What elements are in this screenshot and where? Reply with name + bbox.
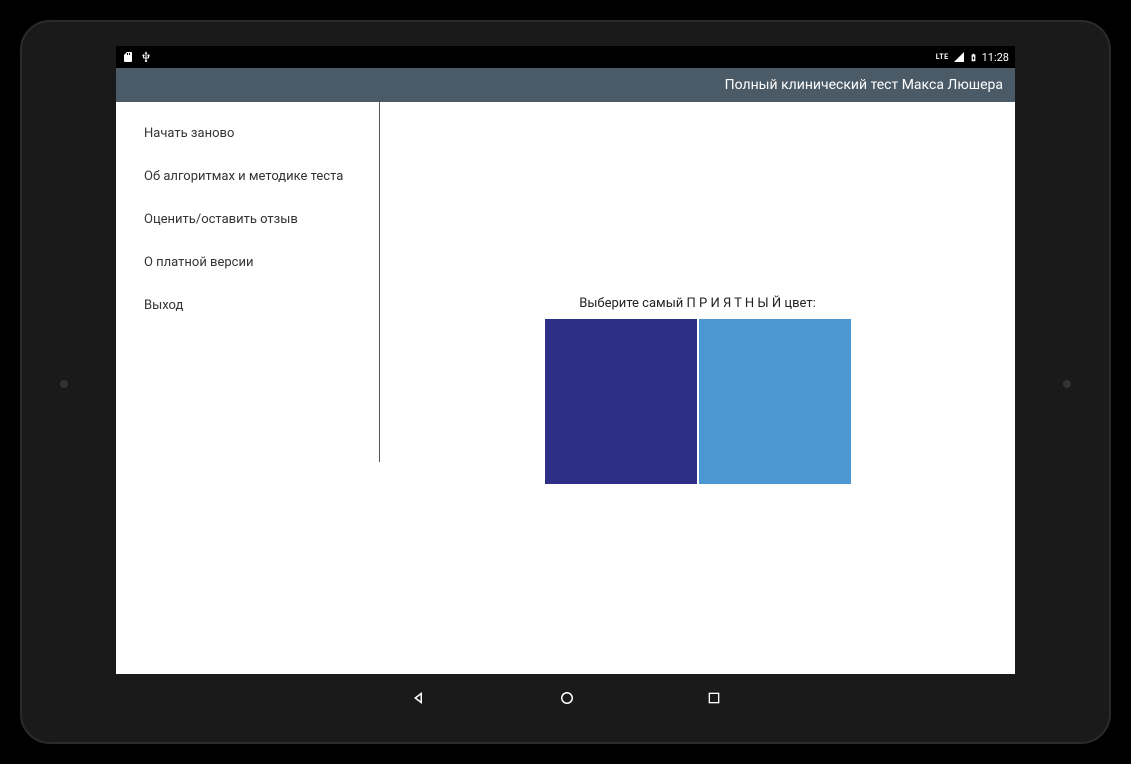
main-area: Выберите самый П Р И Я Т Н Ы Й цвет: — [380, 102, 1015, 674]
sidebar: Начать заново Об алгоритмах и методике т… — [116, 102, 380, 674]
sidebar-item-restart[interactable]: Начать заново — [116, 112, 380, 155]
nav-recent-icon[interactable] — [706, 690, 722, 706]
sidebar-item-label: О платной версии — [144, 255, 253, 270]
nav-back-icon[interactable] — [410, 689, 428, 707]
sidebar-item-label: Выход — [144, 298, 183, 313]
sd-card-icon — [122, 51, 134, 63]
sidebar-item-label: Оценить/оставить отзыв — [144, 212, 298, 227]
screen: LTE 11:28 Полный клинический тест Макса … — [116, 46, 1015, 674]
device-frame: LTE 11:28 Полный клинический тест Макса … — [0, 0, 1131, 764]
usb-icon — [140, 51, 152, 63]
nav-home-icon[interactable] — [558, 689, 576, 707]
device-camera-left — [60, 380, 68, 388]
app-title: Полный клинический тест Макса Люшера — [725, 77, 1003, 93]
prompt-text: Выберите самый П Р И Я Т Н Ы Й цвет: — [579, 296, 816, 311]
content: Начать заново Об алгоритмах и методике т… — [116, 102, 1015, 674]
status-left — [122, 51, 152, 63]
sidebar-item-label: Об алгоритмах и методике теста — [144, 169, 343, 184]
color-swatch-left[interactable] — [545, 319, 697, 484]
device-camera-right — [1063, 380, 1071, 388]
sidebar-item-rate[interactable]: Оценить/оставить отзыв — [116, 198, 380, 241]
color-row — [545, 319, 851, 484]
sidebar-item-paid-version[interactable]: О платной версии — [116, 241, 380, 284]
sidebar-item-exit[interactable]: Выход — [116, 284, 380, 327]
sidebar-item-about-algorithms[interactable]: Об алгоритмах и методике теста — [116, 155, 380, 198]
battery-charging-icon — [969, 51, 978, 64]
signal-icon — [953, 51, 965, 63]
lte-label: LTE — [936, 53, 949, 61]
sidebar-item-label: Начать заново — [144, 126, 234, 141]
app-bar: Полный клинический тест Макса Люшера — [116, 68, 1015, 102]
status-time: 11:28 — [982, 51, 1009, 64]
status-bar: LTE 11:28 — [116, 46, 1015, 68]
color-swatch-right[interactable] — [699, 319, 851, 484]
status-right: LTE 11:28 — [936, 51, 1009, 64]
android-nav-bar — [116, 680, 1015, 716]
